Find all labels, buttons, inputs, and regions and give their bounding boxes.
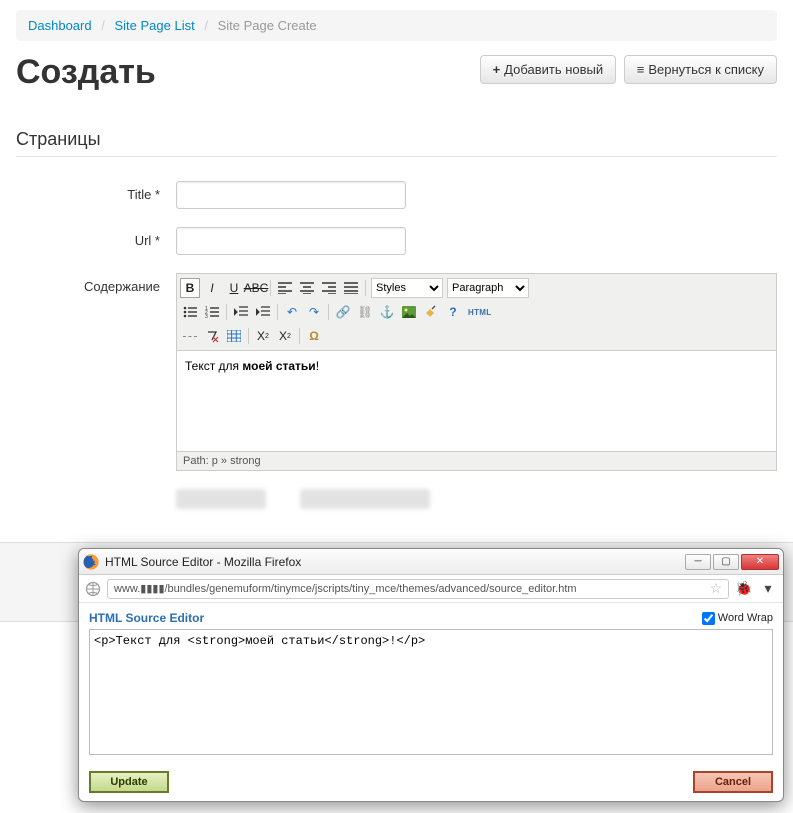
update-button[interactable]: Update	[89, 771, 169, 793]
help-icon[interactable]: ?	[443, 302, 463, 322]
outdent-icon[interactable]	[231, 302, 251, 322]
title-label: Title *	[16, 181, 176, 202]
source-editor-window: HTML Source Editor - Mozilla Firefox ─ ▢…	[78, 548, 784, 802]
hr-icon[interactable]	[180, 326, 200, 346]
format-select[interactable]: Paragraph	[447, 278, 529, 298]
indent-icon[interactable]	[253, 302, 273, 322]
address-bar[interactable]: www.▮▮▮▮/bundles/genemuform/tinymce/jscr…	[107, 579, 729, 599]
align-justify-icon[interactable]	[341, 278, 361, 298]
page-title: Создать	[16, 55, 156, 89]
unlink-icon[interactable]: ⛓	[355, 302, 375, 322]
bold-icon[interactable]: B	[180, 278, 200, 298]
section-title: Страницы	[16, 129, 777, 157]
content-label: Содержание	[16, 273, 176, 294]
toolbar-separator	[277, 304, 278, 320]
add-new-label: Добавить новый	[504, 62, 603, 77]
toolbar-separator	[365, 280, 366, 296]
word-wrap-label: Word Wrap	[718, 612, 773, 624]
image-icon[interactable]	[399, 302, 419, 322]
editor-text-suffix: !	[316, 359, 319, 373]
word-wrap-checkbox[interactable]	[702, 612, 715, 625]
title-input[interactable]	[176, 181, 406, 209]
window-titlebar[interactable]: HTML Source Editor - Mozilla Firefox ─ ▢…	[79, 549, 783, 575]
toolbar-separator	[328, 304, 329, 320]
editor-toolbar: B I U ABC	[177, 274, 776, 351]
anchor-icon[interactable]: ⚓	[377, 302, 397, 322]
breadcrumb-active: Site Page Create	[218, 18, 317, 33]
toolbar-separator	[270, 280, 271, 296]
url-label: Url *	[16, 227, 176, 248]
breadcrumb-separator: /	[101, 18, 105, 33]
breadcrumb: Dashboard / Site Page List / Site Page C…	[16, 10, 777, 41]
firefox-icon	[83, 554, 99, 570]
address-url: www.▮▮▮▮/bundles/genemuform/tinymce/jscr…	[114, 582, 577, 595]
styles-select[interactable]: Styles	[371, 278, 443, 298]
back-to-list-label: Вернуться к списку	[648, 62, 764, 77]
align-center-icon[interactable]	[297, 278, 317, 298]
word-wrap-toggle[interactable]: Word Wrap	[702, 612, 773, 625]
charmap-icon[interactable]: Ω	[304, 326, 324, 346]
address-bar-row: www.▮▮▮▮/bundles/genemuform/tinymce/jscr…	[79, 575, 783, 603]
cleanup-icon[interactable]	[421, 302, 441, 322]
toolbar-separator	[248, 328, 249, 344]
superscript-icon[interactable]: X2	[275, 326, 295, 346]
dropdown-icon[interactable]: ▾	[759, 580, 777, 598]
table-icon[interactable]	[224, 326, 244, 346]
link-icon[interactable]: 🔗	[333, 302, 353, 322]
italic-icon[interactable]: I	[202, 278, 222, 298]
close-button[interactable]: ✕	[741, 554, 779, 570]
editor-content[interactable]: Текст для моей статьи!	[177, 351, 776, 451]
list-icon: ≡	[637, 62, 645, 77]
undo-icon[interactable]: ↶	[282, 302, 302, 322]
window-title: HTML Source Editor - Mozilla Firefox	[105, 555, 685, 569]
bullet-list-icon[interactable]	[180, 302, 200, 322]
toolbar-separator	[299, 328, 300, 344]
wysiwyg-editor: B I U ABC	[176, 273, 777, 471]
globe-icon	[85, 581, 101, 597]
header-actions: + Добавить новый ≡ Вернуться к списку	[476, 55, 777, 84]
add-new-button[interactable]: + Добавить новый	[480, 55, 617, 84]
minimize-button[interactable]: ─	[685, 554, 711, 570]
url-input[interactable]	[176, 227, 406, 255]
back-to-list-button[interactable]: ≡ Вернуться к списку	[624, 55, 777, 84]
remove-format-icon[interactable]	[202, 326, 222, 346]
toolbar-separator	[226, 304, 227, 320]
editor-text-prefix: Текст для	[185, 359, 242, 373]
align-left-icon[interactable]	[275, 278, 295, 298]
breadcrumb-link-page-list[interactable]: Site Page List	[114, 18, 194, 33]
cancel-button[interactable]: Cancel	[693, 771, 773, 793]
editor-text-bold: моей статьи	[242, 359, 315, 373]
editor-path: Path: p » strong	[177, 451, 776, 470]
breadcrumb-link-dashboard[interactable]: Dashboard	[28, 18, 92, 33]
maximize-button[interactable]: ▢	[713, 554, 739, 570]
html-source-icon[interactable]: HTML	[465, 302, 494, 322]
breadcrumb-separator: /	[204, 18, 208, 33]
subscript-icon[interactable]: X2	[253, 326, 273, 346]
numbered-list-icon[interactable]: 123	[202, 302, 222, 322]
source-editor-title: HTML Source Editor	[89, 611, 204, 625]
obscured-row	[16, 489, 777, 512]
firebug-icon[interactable]: 🐞	[735, 580, 753, 598]
underline-icon[interactable]: U	[224, 278, 244, 298]
plus-icon: +	[493, 62, 501, 77]
align-right-icon[interactable]	[319, 278, 339, 298]
strike-icon[interactable]: ABC	[246, 278, 266, 298]
redo-icon[interactable]: ↷	[304, 302, 324, 322]
bookmark-star-icon[interactable]: ☆	[709, 580, 722, 597]
source-textarea[interactable]: <p>Текст для <strong>моей статьи</strong…	[89, 629, 773, 755]
svg-text:3: 3	[205, 314, 208, 318]
